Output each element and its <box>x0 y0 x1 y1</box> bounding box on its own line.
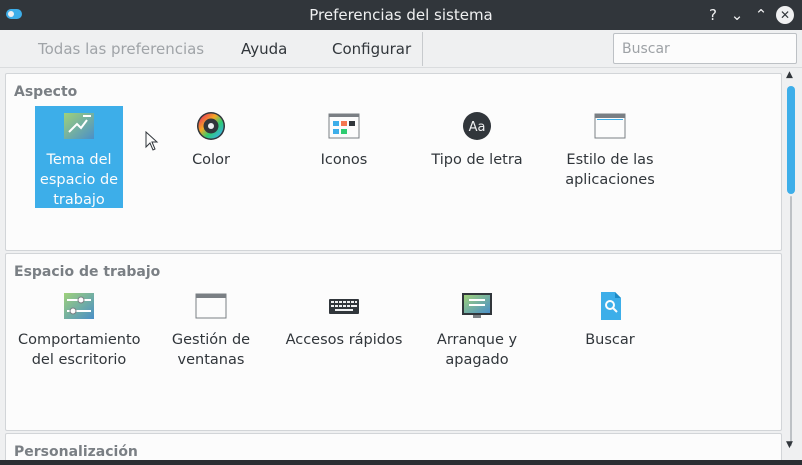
all-preferences-button[interactable]: Todas las preferencias <box>38 40 204 58</box>
svg-text:Aa: Aa <box>469 120 486 135</box>
search-input[interactable] <box>613 33 797 64</box>
item-search[interactable]: Buscar <box>549 290 671 350</box>
font-icon: Aa <box>461 110 493 142</box>
section-workspace: Espacio de trabajo Comportamiento del esc… <box>5 253 782 431</box>
item-desktop-behavior[interactable]: Comportamiento del escritorio <box>18 290 141 370</box>
configure-button[interactable]: Configurar <box>332 40 411 58</box>
scroll-down-icon[interactable]: ▼ <box>786 440 793 450</box>
section-title: Personalización <box>14 444 138 460</box>
item-window-management[interactable]: Gestión de ventanas <box>150 290 272 370</box>
item-workspace-theme[interactable]: Tema del espacio de trabajo <box>18 110 140 210</box>
window-management-icon <box>195 290 227 322</box>
item-label: Comportamiento del escritorio <box>18 332 141 368</box>
application-style-icon <box>594 110 626 142</box>
item-label: Color <box>192 152 230 168</box>
item-shortcuts[interactable]: Accesos rápidos <box>283 290 405 350</box>
close-icon: ✕ <box>776 6 794 24</box>
desktop-behavior-icon <box>63 290 95 322</box>
item-application-style[interactable]: Estilo de las aplicaciones <box>549 110 671 190</box>
help-menu-button[interactable]: Ayuda <box>241 40 287 58</box>
window-title: Preferencias del sistema <box>309 6 493 24</box>
icons-icon <box>328 110 360 142</box>
search-icon <box>594 290 626 322</box>
item-color[interactable]: Color <box>150 110 272 170</box>
item-font[interactable]: Aa Tipo de letra <box>416 110 538 170</box>
item-label: Arranque y apagado <box>436 332 518 368</box>
title-bar: Preferencias del sistema ? ⌄ ⌃ ✕ <box>0 0 802 30</box>
item-label: Iconos <box>320 152 368 168</box>
scrollbar-track[interactable] <box>790 196 792 446</box>
help-button[interactable]: ? <box>703 5 723 25</box>
mouse-cursor-icon <box>145 130 159 155</box>
color-icon <box>195 110 227 142</box>
item-label: Buscar <box>585 332 635 348</box>
item-label: Accesos rápidos <box>285 332 403 348</box>
scroll-up-icon[interactable]: ▲ <box>786 70 793 80</box>
minimize-button[interactable]: ⌄ <box>727 5 747 25</box>
item-label: Gestión de ventanas <box>171 332 251 368</box>
vertical-scrollbar[interactable]: ▲ ▼ <box>784 68 798 460</box>
workspace-theme-icon <box>63 110 95 142</box>
close-button[interactable]: ✕ <box>775 5 795 25</box>
section-title: Aspecto <box>14 84 78 100</box>
item-label: Tipo de letra <box>431 152 523 168</box>
item-label: Estilo de las aplicaciones <box>565 152 655 188</box>
main-panel: Aspecto Tema del espacio de trabajo Color … <box>0 68 802 465</box>
toolbar: Todas las preferencias Ayuda Configurar <box>0 30 802 68</box>
scrollbar-handle[interactable] <box>787 86 795 194</box>
shortcuts-icon <box>328 290 360 322</box>
section-title: Espacio de trabajo <box>14 264 161 280</box>
item-startup-shutdown[interactable]: Arranque y apagado <box>416 290 538 370</box>
section-appearance: Aspecto Tema del espacio de trabajo Color … <box>5 73 782 251</box>
maximize-button[interactable]: ⌃ <box>751 5 771 25</box>
toolbar-separator <box>422 32 423 66</box>
bottom-edge <box>0 460 802 465</box>
startup-shutdown-icon <box>461 290 493 322</box>
item-label: Tema del espacio de trabajo <box>39 152 119 208</box>
item-icons[interactable]: Iconos <box>283 110 405 170</box>
